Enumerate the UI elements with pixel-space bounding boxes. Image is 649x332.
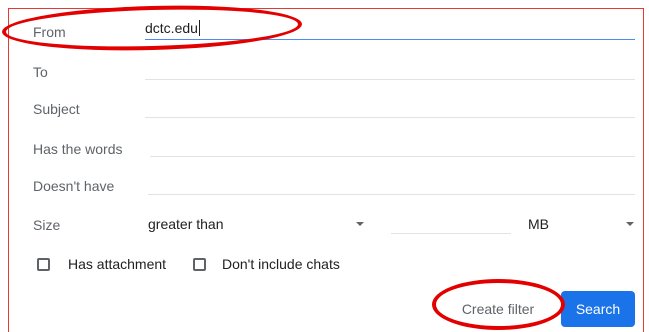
doesnt-have-label: Doesn't have — [33, 178, 115, 194]
has-attachment-checkbox[interactable] — [37, 258, 50, 271]
size-unit-value: MB — [528, 216, 549, 232]
doesnt-have-input[interactable] — [148, 173, 635, 195]
chevron-down-icon — [626, 222, 634, 226]
size-comparator-value: greater than — [148, 216, 224, 232]
from-label: From — [33, 24, 66, 40]
size-comparator-select[interactable]: greater than — [148, 212, 373, 236]
from-input-value: dctc.edu — [145, 20, 198, 36]
to-input[interactable] — [145, 58, 635, 80]
size-label: Size — [33, 217, 61, 233]
has-words-label: Has the words — [33, 141, 123, 157]
size-value-input[interactable] — [391, 212, 511, 234]
to-label: To — [33, 64, 48, 80]
search-button[interactable]: Search — [561, 291, 635, 327]
size-unit-select[interactable]: MB — [528, 212, 635, 236]
has-attachment-label: Has attachment — [68, 256, 167, 272]
dont-include-chats-label: Don't include chats — [222, 256, 340, 272]
chevron-down-icon — [356, 222, 364, 226]
text-cursor — [198, 20, 200, 36]
create-filter-button[interactable]: Create filter — [446, 292, 550, 326]
subject-input[interactable] — [145, 96, 635, 118]
dont-include-chats-checkbox[interactable] — [193, 258, 206, 271]
from-input[interactable]: dctc.edu — [145, 18, 635, 40]
has-words-input[interactable] — [150, 135, 635, 157]
subject-label: Subject — [33, 101, 80, 117]
search-options-panel — [8, 8, 644, 332]
